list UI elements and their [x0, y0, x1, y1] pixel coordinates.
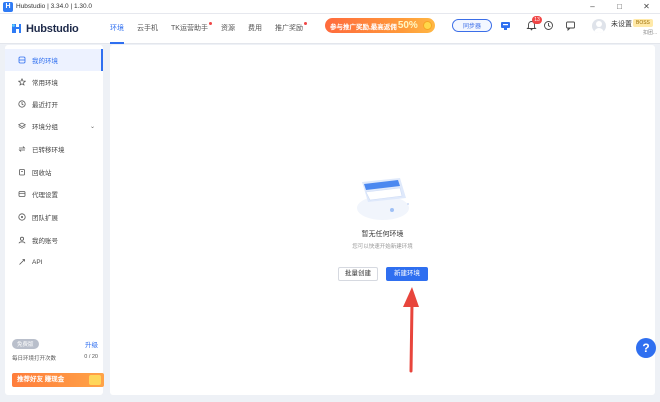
- new-dot-icon: [208, 21, 212, 25]
- tab-billing[interactable]: 费用: [248, 14, 262, 44]
- clock-icon: [18, 100, 26, 108]
- sidebar-item-my-account[interactable]: 我的账号: [5, 229, 103, 251]
- window-controls: – □ ✕: [579, 0, 660, 14]
- sidebar-item-label: 我的环境: [32, 58, 58, 65]
- sidebar-item-transferred[interactable]: 已转移环境: [5, 138, 103, 160]
- sync-button[interactable]: 同步器: [452, 19, 492, 32]
- empty-state-subtitle: 您可以快速开始新建环境: [352, 244, 413, 250]
- api-icon: [19, 259, 25, 265]
- hubstudio-logo-icon: [10, 22, 23, 35]
- sidebar-item-label: 环境分组: [32, 124, 58, 131]
- sidebar-item-label: 已转移环境: [32, 147, 65, 154]
- tab-label: TK运营助手: [171, 24, 208, 32]
- notification-badge: 13: [532, 16, 542, 24]
- invite-banner[interactable]: 推荐好友 赚现金: [12, 373, 104, 387]
- batch-create-button[interactable]: 批量创建: [338, 267, 378, 281]
- sidebar-item-label: API: [32, 258, 43, 266]
- usage-label: 每日环境打开次数: [12, 356, 57, 362]
- sidebar-item-label: 最近打开: [32, 102, 58, 109]
- sidebar-item-team-extension[interactable]: 团队扩展: [5, 206, 103, 228]
- sidebar-item-favorites[interactable]: 常用环境: [5, 71, 103, 93]
- tab-environment[interactable]: 环境: [110, 14, 124, 44]
- invite-banner-label: 推荐好友 赚现金: [17, 376, 65, 383]
- refresh-clock-icon[interactable]: [543, 20, 554, 31]
- tab-tk-assistant[interactable]: TK运营助手: [171, 14, 212, 44]
- empty-state-illustration: [357, 178, 409, 220]
- sidebar-item-my-environments[interactable]: 我的环境: [5, 49, 103, 71]
- sidebar-item-label: 常用环境: [32, 80, 58, 87]
- extension-icon: [18, 213, 26, 221]
- minimize-icon[interactable]: –: [579, 0, 606, 14]
- gift-icon: [89, 375, 101, 385]
- sidebar-item-recent[interactable]: 最近打开: [5, 93, 103, 115]
- message-icon[interactable]: [565, 20, 576, 31]
- help-button[interactable]: ?: [636, 338, 656, 358]
- window-titlebar: H Hubstudio | 3.34.0 | 1.30.0 – □ ✕: [0, 0, 660, 14]
- user-name[interactable]: 未设置: [611, 19, 632, 29]
- logo[interactable]: Hubstudio: [10, 22, 110, 35]
- tab-cloud-phone[interactable]: 云手机: [137, 14, 158, 44]
- sidebar-item-groups[interactable]: 环境分组 ⌄: [5, 115, 103, 137]
- translate-icon[interactable]: [500, 20, 511, 31]
- window-title: Hubstudio | 3.34.0 | 1.30.0: [16, 3, 93, 10]
- star-icon: [18, 78, 26, 86]
- red-arrow-annotation: [403, 287, 419, 373]
- tab-referral[interactable]: 推广奖励: [274, 14, 307, 44]
- tab-label: 环境: [110, 24, 124, 32]
- tab-label: 资源: [220, 24, 235, 32]
- promo-text: 参与推广奖励,最高返佣: [330, 23, 397, 31]
- proxy-icon: [18, 191, 26, 197]
- upgrade-link[interactable]: 升级: [85, 339, 98, 349]
- tab-label: 费用: [247, 24, 262, 32]
- logo-text: Hubstudio: [26, 22, 79, 35]
- sidebar: 我的环境 常用环境 最近打开 环境分组 ⌄ 已转移环境 回收站 代理设置 团队扩…: [5, 45, 104, 395]
- chevron-down-icon[interactable]: ⌄: [90, 123, 95, 130]
- sidebar-item-label: 代理设置: [32, 192, 58, 199]
- trash-icon: [19, 169, 25, 176]
- sidebar-item-label: 团队扩展: [32, 215, 58, 222]
- app-icon: H: [3, 1, 13, 12]
- transfer-icon: [18, 146, 26, 152]
- sync-button-label: 同步器: [462, 24, 481, 30]
- empty-state-title: 暂无任何环境: [361, 231, 404, 238]
- close-icon[interactable]: ✕: [633, 0, 660, 14]
- sidebar-item-label: 回收站: [32, 170, 52, 177]
- user-subtitle: 扣团...: [643, 30, 658, 36]
- tab-label: 推广奖励: [274, 24, 303, 32]
- tab-resources[interactable]: 资源: [221, 14, 235, 44]
- user-icon: [18, 236, 26, 244]
- avatar[interactable]: [592, 19, 606, 33]
- main-panel: 暂无任何环境 您可以快速开始新建环境 批量创建 新建环境: [110, 45, 655, 395]
- new-environment-button[interactable]: 新建环境: [386, 267, 428, 281]
- sidebar-item-recycle-bin[interactable]: 回收站: [5, 161, 103, 183]
- usage-count: 0 / 20: [84, 354, 98, 360]
- tab-label: 云手机: [137, 24, 158, 32]
- maximize-icon[interactable]: □: [606, 0, 633, 14]
- top-navigation: Hubstudio 环境 云手机 TK运营助手 资源 费用 推广奖励 参与推广奖…: [0, 14, 660, 44]
- database-icon: [18, 56, 26, 64]
- new-dot-icon: [303, 21, 307, 25]
- sidebar-item-api[interactable]: API: [5, 251, 103, 273]
- plan-badge: 免费版: [12, 339, 39, 349]
- promo-banner[interactable]: 参与推广奖励,最高返佣 50%: [325, 18, 435, 33]
- sidebar-item-proxy[interactable]: 代理设置: [5, 183, 103, 205]
- sidebar-item-label: 我的账号: [32, 238, 58, 245]
- coin-icon: [423, 21, 432, 30]
- main-tabs: 环境 云手机 TK运营助手 资源 费用 推广奖励: [110, 14, 316, 44]
- promo-highlight: 50%: [397, 20, 418, 31]
- role-badge: BOSS: [633, 19, 653, 27]
- layers-icon: [18, 122, 26, 129]
- plan-info: 免费版 升级 每日环境打开次数 0 / 20: [12, 339, 98, 362]
